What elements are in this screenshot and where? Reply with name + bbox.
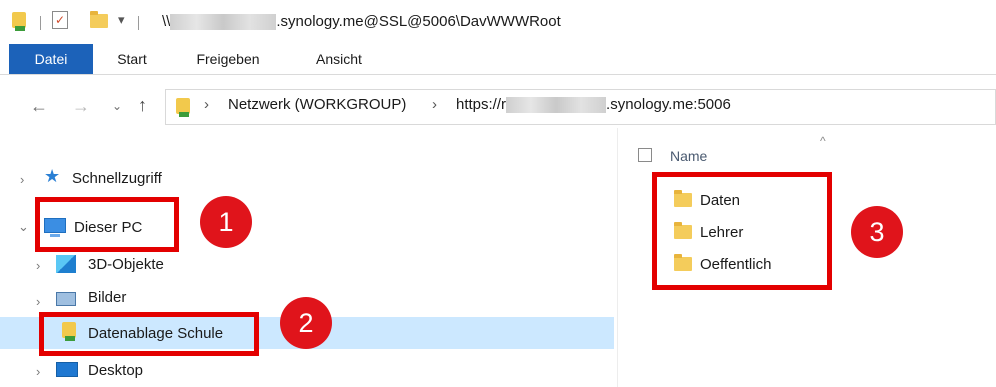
select-all-checkbox[interactable]: [638, 148, 652, 162]
titlebar-separator: [138, 16, 139, 30]
nav-item-pictures[interactable]: Bilder: [88, 289, 126, 306]
address-drive-icon: [176, 98, 190, 117]
breadcrumb-network[interactable]: Netzwerk (WORKGROUP): [228, 96, 406, 113]
annotation-badge-2: 2: [280, 297, 332, 349]
collapse-chevron-icon[interactable]: ⌄: [18, 219, 29, 235]
tab-start[interactable]: Start: [104, 44, 160, 74]
up-arrow-icon[interactable]: ↑: [138, 95, 147, 116]
title-suffix: .synology.me@SSL@5006\DavWWWRoot: [276, 13, 561, 30]
nav-item-quick-access[interactable]: Schnellzugriff: [72, 170, 162, 187]
expand-chevron-icon[interactable]: ›: [36, 294, 40, 309]
url-suffix: .synology.me:5006: [606, 96, 731, 113]
expand-chevron-icon[interactable]: ›: [20, 172, 24, 187]
redacted-host: [170, 14, 277, 31]
breadcrumb-chevron-icon[interactable]: ›: [432, 96, 437, 113]
network-drive-icon: [12, 12, 26, 31]
back-arrow-icon[interactable]: ←: [30, 96, 48, 117]
column-header-name[interactable]: Name: [670, 148, 707, 164]
new-folder-icon[interactable]: [90, 11, 108, 28]
breadcrumb-chevron-icon[interactable]: ›: [204, 96, 209, 113]
pictures-icon: [56, 292, 76, 306]
nav-item-3d-objects[interactable]: 3D-Objekte: [88, 256, 164, 273]
quick-access-dropdown-icon[interactable]: ▾: [118, 12, 125, 28]
ribbon-divider: [0, 74, 996, 75]
titlebar-separator: [40, 16, 41, 30]
highlight-box-2: [39, 312, 259, 356]
tab-view[interactable]: Ansicht: [300, 44, 378, 74]
sort-ascending-icon: ^: [820, 134, 826, 148]
desktop-icon: [56, 362, 78, 377]
window-title: \\ .synology.me@SSL@5006\DavWWWRoot: [162, 13, 561, 31]
annotation-badge-1: 1: [200, 196, 252, 248]
annotation-badge-3: 3: [851, 206, 903, 258]
cube-icon: [56, 255, 76, 273]
star-icon: ★: [44, 166, 61, 186]
title-prefix: \\: [162, 13, 171, 30]
recent-locations-chevron-icon[interactable]: ⌄: [112, 99, 122, 113]
nav-item-desktop[interactable]: Desktop: [88, 362, 143, 379]
pane-divider[interactable]: [617, 128, 618, 387]
tab-file[interactable]: Datei: [9, 44, 93, 74]
forward-arrow-icon[interactable]: →: [72, 96, 90, 117]
highlight-box-3: [652, 172, 832, 290]
expand-chevron-icon[interactable]: ›: [36, 364, 40, 379]
highlight-box-1: [35, 197, 179, 252]
properties-icon[interactable]: ✓: [52, 11, 68, 29]
expand-chevron-icon[interactable]: ›: [36, 258, 40, 273]
url-prefix: https://r: [456, 96, 507, 113]
breadcrumb-url[interactable]: https://r .synology.me:5006: [456, 96, 731, 114]
redacted-host: [506, 97, 607, 114]
tab-share[interactable]: Freigeben: [182, 44, 274, 74]
